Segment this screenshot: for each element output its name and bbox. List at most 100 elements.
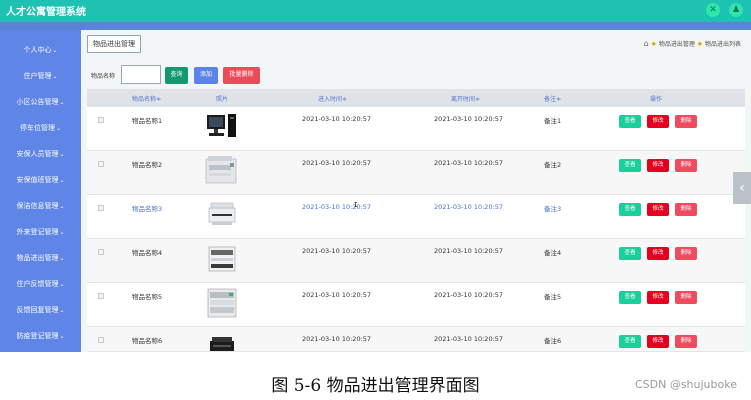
column-header-actions: 操作 [650, 96, 663, 103]
note: 备注1 [544, 117, 562, 125]
column-header-name[interactable]: 物品名称≑ [132, 94, 161, 103]
view-button[interactable]: 查看 [619, 335, 641, 348]
table-row: 物品名称6 2021-03-10 10:20:57 2021-03-10 10:… [87, 327, 745, 352]
chevron-down-icon: ⌄ [59, 229, 65, 236]
in-time: 2021-03-10 10:20:57 [302, 335, 372, 343]
sidebar-item-cleaning[interactable]: 保洁信息管理⌄ [0, 196, 81, 216]
item-name: 物品名称4 [132, 249, 163, 257]
row-checkbox[interactable] [98, 249, 104, 255]
sidebar-item-security-duty[interactable]: 安保值班管理⌄ [0, 170, 81, 190]
out-time: 2021-03-10 10:20:57 [434, 115, 504, 123]
sidebar-item-label: 反馈回复管理 [16, 306, 59, 314]
view-button[interactable]: 查看 [619, 291, 641, 304]
row-checkbox[interactable] [98, 337, 104, 343]
out-time: 2021-03-10 10:20:57 [434, 159, 504, 167]
user-circle-icon[interactable]: ♟ [729, 3, 743, 17]
row-checkbox[interactable] [98, 293, 104, 299]
main-content: 物品进出管理 ⌂ ★ 物品进出管理 ★ 物品进出列表 物品名称 查询 添加 批量… [81, 30, 751, 352]
sidebar-item-label: 住户管理 [23, 72, 52, 80]
copier-image [205, 156, 237, 184]
note: 备注4 [544, 249, 562, 257]
note: 备注5 [544, 293, 562, 301]
table-row: 物品名称3 2021-03-10 10:20:57 2021-03-10 10:… [87, 195, 745, 239]
edit-button[interactable]: 修改 [647, 159, 669, 172]
sidebar-item-label: 防疫登记管理 [16, 332, 59, 340]
search-input[interactable] [121, 65, 161, 84]
scanner-image [208, 202, 236, 225]
close-circle-icon[interactable]: ✕ [706, 3, 720, 17]
view-button[interactable]: 查看 [619, 159, 641, 172]
out-time: 2021-03-10 10:20:57 [434, 203, 504, 211]
header-strip [0, 22, 751, 30]
sidebar-item-announcements[interactable]: 小区公告管理⌄ [0, 92, 81, 112]
chevron-down-icon: ⌄ [52, 73, 58, 80]
breadcrumb-current[interactable]: 物品进出管理 [659, 41, 695, 48]
sidebar-item-feedback-reply[interactable]: 反馈回复管理⌄ [0, 300, 81, 320]
sidebar-item-epidemic-registration[interactable]: 防疫登记管理⌄ [0, 326, 81, 346]
sidebar-item-personal-center[interactable]: 个人中心⌄ [0, 40, 81, 60]
home-icon[interactable]: ⌂ [644, 39, 649, 48]
sidebar-item-label: 物品进出管理 [16, 254, 59, 262]
item-name: 物品名称2 [132, 161, 163, 169]
sidebar-item-residents[interactable]: 住户管理⌄ [0, 66, 81, 86]
delete-button[interactable]: 删除 [675, 203, 697, 216]
row-checkbox[interactable] [98, 205, 104, 211]
breadcrumb: ⌂ ★ 物品进出管理 ★ 物品进出列表 [644, 39, 741, 48]
table-row: 物品名称2 2021-03-10 10:20:57 2021-03-10 10:… [87, 151, 745, 195]
top-bar: 人才公寓管理系统 ✕ ♟ [0, 0, 751, 22]
chevron-down-icon: ⌄ [59, 333, 65, 340]
column-header-note[interactable]: 备注≑ [544, 94, 561, 103]
chevron-down-icon: ⌄ [59, 177, 65, 184]
edit-button[interactable]: 修改 [647, 203, 669, 216]
in-time: 2021-03-10 10:20:57 [302, 291, 372, 299]
sidebar-item-label: 住户反馈管理 [16, 280, 59, 288]
delete-button[interactable]: 删除 [675, 115, 697, 128]
batch-delete-button[interactable]: 批量删除 [223, 67, 260, 84]
sidebar-item-visitor-registration[interactable]: 外来登记管理⌄ [0, 222, 81, 242]
out-time: 2021-03-10 10:20:57 [434, 247, 504, 255]
out-time: 2021-03-10 10:20:57 [434, 335, 504, 343]
app-title: 人才公寓管理系统 [6, 7, 86, 18]
delete-button[interactable]: 删除 [675, 291, 697, 304]
delete-button[interactable]: 删除 [675, 159, 697, 172]
edit-button[interactable]: 修改 [647, 335, 669, 348]
add-button[interactable]: 添加 [194, 67, 218, 84]
sidebar-item-security-staff[interactable]: 安保人员管理⌄ [0, 144, 81, 164]
delete-button[interactable]: 删除 [675, 335, 697, 348]
item-name: 物品名称3 [132, 205, 163, 213]
view-button[interactable]: 查看 [619, 247, 641, 260]
row-checkbox[interactable] [98, 117, 104, 123]
search-bar: 物品名称 查询 添加 批量删除 [81, 64, 751, 86]
sidebar-item-parking[interactable]: 停车位管理⌄ [0, 118, 81, 138]
sidebar-item-goods-in-out[interactable]: 物品进出管理⌄ [0, 248, 81, 268]
delete-button[interactable]: 删除 [675, 247, 697, 260]
sidebar-item-label: 外来登记管理 [16, 228, 59, 236]
sidebar-item-resident-feedback[interactable]: 住户反馈管理⌄ [0, 274, 81, 294]
row-checkbox[interactable] [98, 161, 104, 167]
printer-black-image [210, 337, 234, 351]
chevron-down-icon: ⌄ [59, 99, 65, 106]
printer-image [208, 246, 236, 272]
text-cursor-icon: ɪ [354, 200, 358, 210]
column-header-in-time[interactable]: 进入时间≑ [318, 94, 347, 103]
edit-button[interactable]: 修改 [647, 115, 669, 128]
tab-goods-in-out[interactable]: 物品进出管理 [87, 35, 141, 53]
chevron-left-icon: ‹ [739, 180, 745, 196]
sidebar-item-label: 小区公告管理 [16, 98, 59, 106]
watermark: CSDN @shujuboke [634, 378, 737, 391]
edit-button[interactable]: 修改 [647, 291, 669, 304]
column-header-out-time[interactable]: 离开时间≑ [451, 94, 480, 103]
item-name: 物品名称5 [132, 293, 163, 301]
in-time: 2021-03-10 10:20:57 [302, 247, 372, 255]
view-button[interactable]: 查看 [619, 203, 641, 216]
view-button[interactable]: 查看 [619, 115, 641, 128]
in-time: 2021-03-10 10:20:57 [302, 115, 372, 123]
side-collapse-toggle[interactable]: ‹ [733, 172, 751, 204]
chevron-down-icon: ⌄ [59, 151, 65, 158]
table-row: 物品名称1 2021-03-10 10:20:57 2021-03-10 10:… [87, 107, 745, 151]
edit-button[interactable]: 修改 [647, 247, 669, 260]
in-time: 2021-03-10 10:20:57 [302, 159, 372, 167]
chevron-down-icon: ⌄ [59, 307, 65, 314]
sidebar-item-label: 保洁信息管理 [16, 202, 59, 210]
query-button[interactable]: 查询 [165, 67, 188, 84]
